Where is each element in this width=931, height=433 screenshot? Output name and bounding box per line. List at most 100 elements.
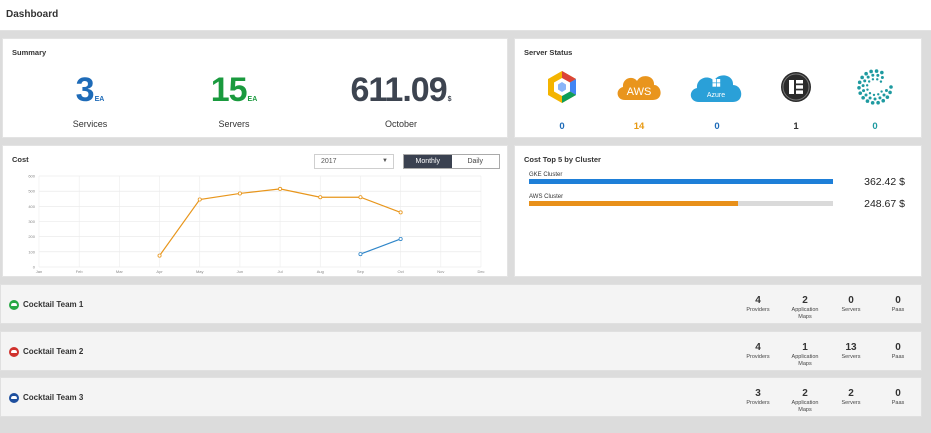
ring-dot — [882, 93, 886, 97]
maps-label-2: Maps — [798, 314, 812, 320]
x-tick-label: Feb — [76, 269, 84, 274]
ring-dot — [864, 93, 868, 97]
ring-dot — [858, 91, 863, 95]
paas-count: 0 — [895, 342, 901, 353]
team-row[interactable]: Cocktail Team 3 3 Providers 2 Application M… — [0, 377, 922, 417]
maps-count: 2 — [802, 295, 808, 306]
provider-aws[interactable]: AWS 14 — [609, 67, 669, 132]
paas-stat: 0 Paas — [874, 388, 922, 407]
gke-count: 0 — [559, 121, 565, 132]
cluster-bar-fill — [529, 201, 738, 206]
cluster-cost-card: Cost Top 5 by Cluster GKE Cluster 362.42… — [514, 145, 922, 277]
cluster-bar-track — [529, 179, 833, 184]
y-tick-label: 400 — [28, 204, 35, 209]
providers-count: 3 — [755, 388, 761, 399]
cloud-icon — [9, 393, 19, 403]
cost-line-chart: 0100200300400500600Jan Feb Mar Apr May Jun Jul… — [28, 174, 484, 275]
data-point — [157, 253, 162, 258]
team-name: Cocktail Team 1 — [23, 300, 84, 309]
ring-dot — [863, 79, 867, 83]
ring-dot — [857, 85, 861, 90]
x-tick-label: Jan — [36, 269, 42, 274]
team-row[interactable]: Cocktail Team 1 4 Providers 2 Application M… — [0, 284, 922, 324]
services-count: 3 — [75, 71, 95, 109]
ring-dot — [889, 85, 893, 89]
data-point — [398, 236, 403, 241]
maps-label-1: Application — [791, 307, 819, 313]
servers-stat: 2 Servers — [827, 388, 875, 407]
azure-count: 0 — [714, 121, 720, 132]
ring-dot — [872, 93, 876, 97]
aws-icon-label: AWS — [627, 86, 652, 98]
summary-servers[interactable]: 15EA Servers — [169, 71, 299, 129]
servers-label: Servers — [218, 119, 250, 129]
x-tick-label: Jun — [237, 269, 243, 274]
ring-dot — [873, 97, 877, 101]
providers-count: 4 — [755, 295, 761, 306]
maps-label-2: Maps — [798, 361, 812, 367]
provider-gke[interactable]: 0 — [532, 67, 592, 132]
x-tick-label: Mar — [116, 269, 124, 274]
azure-cloud-icon: Azure — [687, 67, 747, 107]
services-label: Services — [72, 119, 108, 129]
datacenter-server-icon — [766, 67, 826, 107]
servers-stat: 13 Servers — [827, 342, 875, 361]
providers-count: 4 — [755, 342, 761, 353]
aws-cloud-icon: AWS — [609, 67, 669, 107]
cloud-icon — [9, 347, 19, 357]
x-tick-label: Oct — [398, 269, 405, 274]
x-tick-label: Dec — [477, 269, 484, 274]
ring-dot — [864, 71, 868, 76]
ring-dot — [860, 75, 864, 80]
maps-stat: 2 Application Maps — [781, 388, 829, 414]
x-tick-label: Aug — [317, 269, 324, 274]
gke-hexagon-icon — [532, 67, 592, 107]
x-tick-label: May — [196, 269, 204, 274]
provider-azure[interactable]: Azure 0 — [687, 67, 747, 132]
y-tick-label: 500 — [28, 189, 35, 194]
ring-dot — [867, 80, 871, 83]
maps-count: 2 — [802, 388, 808, 399]
ring-dot — [871, 73, 875, 77]
cluster-bar-fill — [529, 179, 833, 184]
team-row[interactable]: Cocktail Team 2 4 Providers 1 Application M… — [0, 331, 922, 371]
servers-unit: EA — [247, 96, 258, 103]
provider-openstack[interactable]: 0 — [845, 67, 905, 132]
data-point — [398, 210, 403, 215]
cost-card: Cost 2017 ▼ Monthly Daily 0 100 200 300 400 5… — [2, 145, 508, 277]
y-tick-label: 200 — [28, 234, 35, 239]
summary-services[interactable]: 3EA Services — [25, 71, 155, 129]
services-unit: EA — [94, 96, 105, 103]
maps-stat: 1 Application Maps — [781, 342, 829, 368]
month-label: October — [384, 119, 417, 129]
summary-cost[interactable]: 611.09$ October — [336, 71, 466, 129]
page-title: Dashboard — [6, 9, 59, 20]
data-point — [358, 252, 363, 257]
ring-dot — [862, 89, 866, 93]
servers-count: 2 — [848, 388, 854, 399]
x-tick-label: Jul — [278, 269, 283, 274]
ring-dot — [888, 90, 892, 95]
ring-dot — [876, 73, 880, 77]
summary-card: Summary 3EA Services 15EA Servers 611.09… — [2, 38, 508, 138]
paas-label: Paas — [891, 307, 905, 313]
cluster-bar-track — [529, 201, 833, 206]
team-name: Cocktail Team 2 — [23, 347, 84, 356]
servers-label: Servers — [841, 354, 861, 360]
summary-title: Summary — [12, 48, 47, 57]
providers-label: Providers — [746, 307, 770, 313]
openstack-count: 0 — [872, 121, 878, 132]
dotted-ring-icon — [845, 67, 905, 107]
servers-label: Servers — [841, 307, 861, 313]
ring-dot — [880, 70, 884, 75]
x-tick-label: Nov — [437, 269, 444, 274]
cluster-cost-value: 248.67 $ — [864, 198, 905, 210]
ring-dot — [866, 88, 869, 91]
provider-datacenter[interactable]: 1 — [766, 67, 826, 132]
ring-dot — [881, 98, 886, 103]
servers-count: 13 — [845, 342, 857, 353]
monthly-cost-value: 611.09 — [350, 71, 447, 109]
providers-stat: 4 Providers — [734, 295, 782, 314]
providers-stat: 4 Providers — [734, 342, 782, 361]
providers-stat: 3 Providers — [734, 388, 782, 407]
